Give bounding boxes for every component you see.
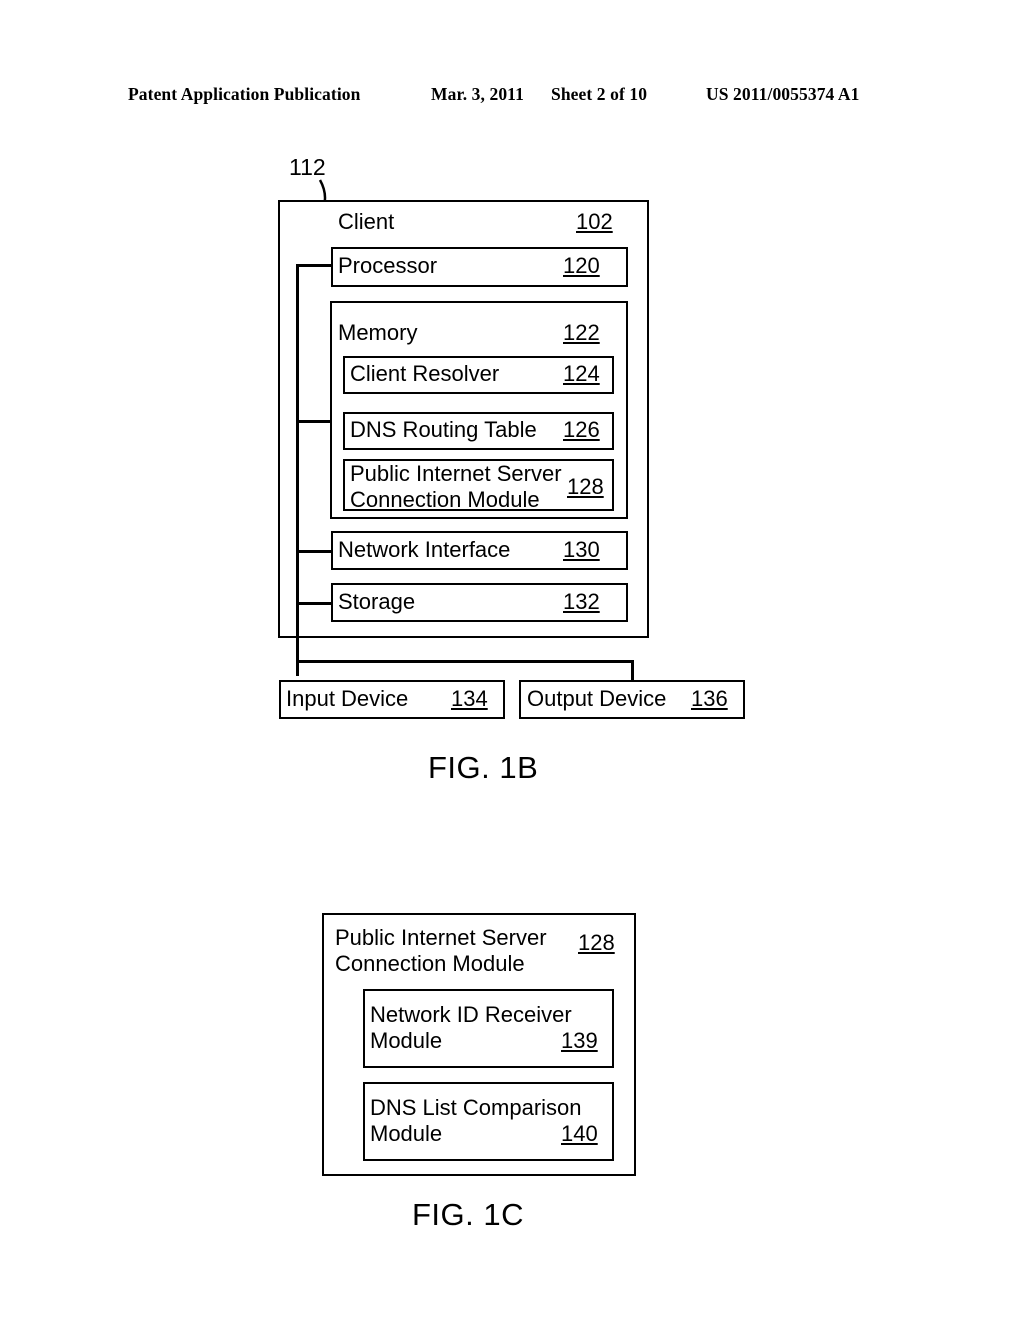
network-id-receiver-module-label: Network ID Receiver Module bbox=[370, 1002, 572, 1053]
processor-label: Processor bbox=[338, 253, 438, 278]
client-ref: 102 bbox=[576, 209, 613, 234]
storage-ref: 132 bbox=[563, 589, 600, 614]
network-interface-label: Network Interface bbox=[338, 537, 511, 562]
bus-stub-network-interface bbox=[296, 550, 332, 553]
internal-bus-line bbox=[296, 264, 299, 676]
input-device-label: Input Device bbox=[286, 686, 409, 711]
output-device-ref: 136 bbox=[691, 686, 728, 711]
bus-stub-storage bbox=[296, 602, 332, 605]
public-internet-server-connection-module-ref: 128 bbox=[567, 474, 604, 499]
dns-routing-table-label: DNS Routing Table bbox=[350, 417, 537, 442]
client-label: Client bbox=[338, 209, 395, 234]
dns-list-comparison-module-ref: 140 bbox=[561, 1121, 598, 1146]
fig1c-module-ref: 128 bbox=[578, 930, 615, 955]
bus-stub-processor bbox=[296, 264, 332, 267]
input-device-ref: 134 bbox=[451, 686, 488, 711]
output-device-label: Output Device bbox=[527, 686, 667, 711]
dns-routing-table-ref: 126 bbox=[563, 417, 600, 442]
network-id-receiver-module-ref: 139 bbox=[561, 1028, 598, 1053]
storage-label: Storage bbox=[338, 589, 416, 614]
client-resolver-label: Client Resolver bbox=[350, 361, 500, 386]
network-interface-ref: 130 bbox=[563, 537, 600, 562]
memory-label: Memory bbox=[338, 320, 418, 345]
output-device-drop-line bbox=[631, 660, 634, 681]
dns-list-comparison-module-label: DNS List Comparison Module bbox=[370, 1095, 582, 1146]
figure-1c-caption: FIG. 1C bbox=[412, 1197, 525, 1232]
public-internet-server-connection-module-label: Public Internet Server Connection Module bbox=[350, 461, 562, 512]
io-branch-line bbox=[296, 660, 634, 663]
fig1c-module-label: Public Internet Server Connection Module bbox=[335, 925, 547, 976]
processor-ref: 120 bbox=[563, 253, 600, 278]
client-resolver-ref: 124 bbox=[563, 361, 600, 386]
figure-1b-caption: FIG. 1B bbox=[428, 750, 539, 785]
memory-ref: 122 bbox=[563, 320, 600, 345]
bus-stub-memory bbox=[296, 420, 330, 423]
